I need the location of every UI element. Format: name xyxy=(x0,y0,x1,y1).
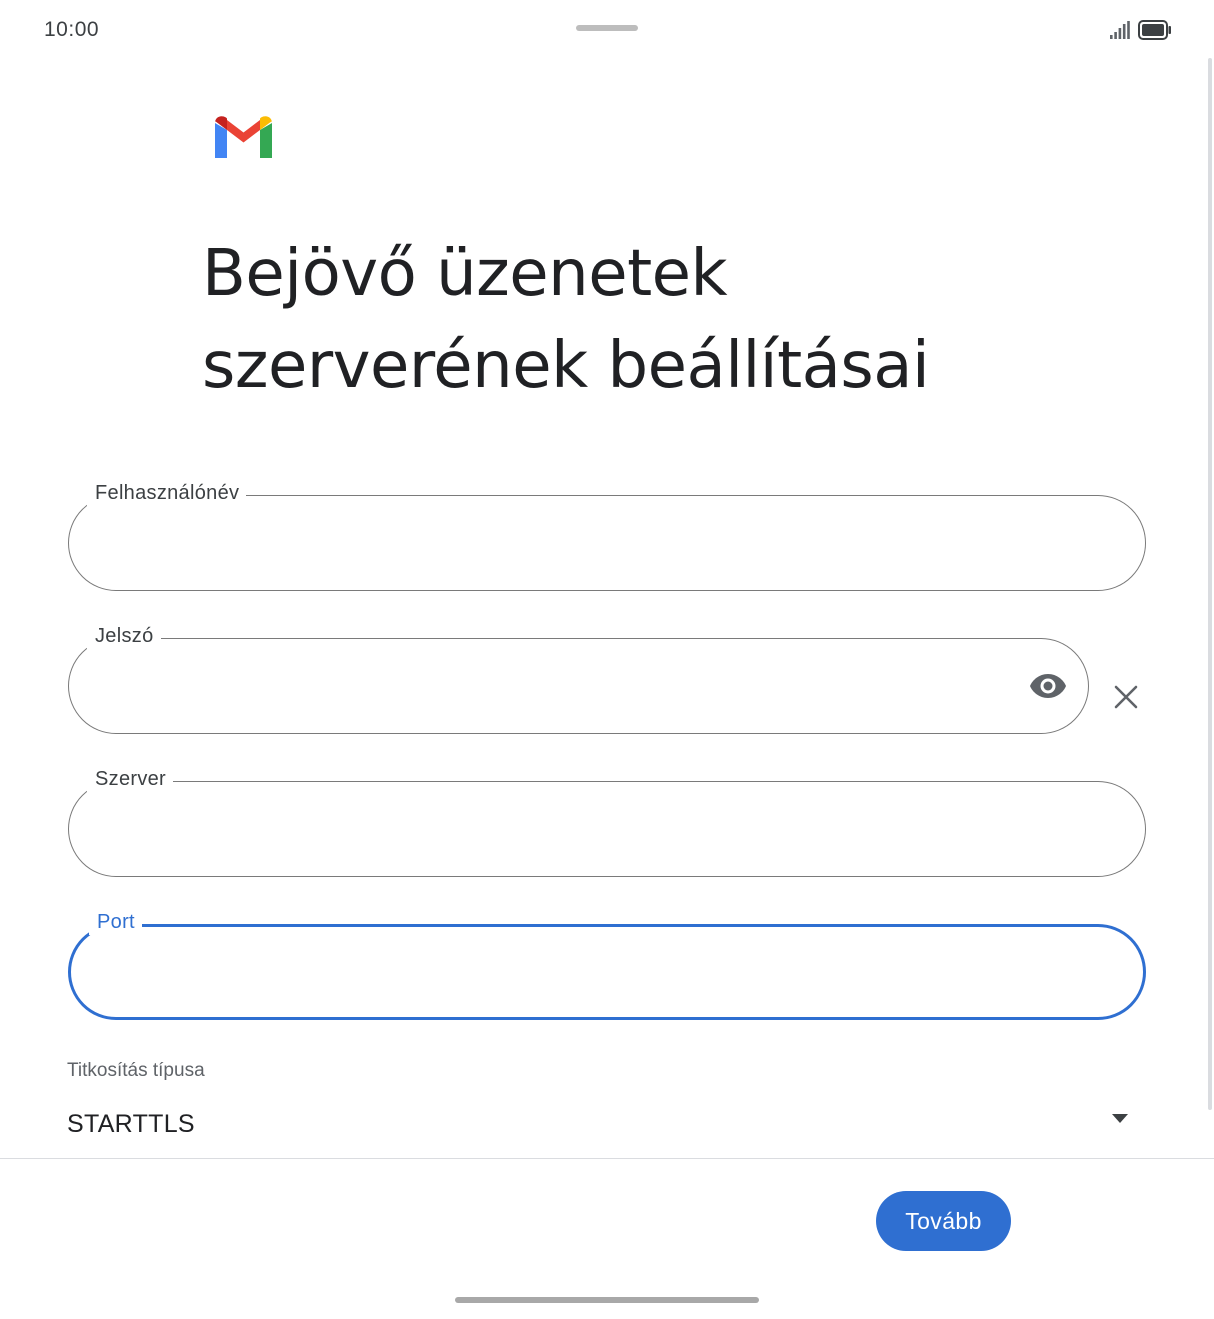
signal-icon xyxy=(1110,21,1130,44)
top-drag-handle xyxy=(576,25,638,31)
show-password-eye-icon[interactable] xyxy=(1028,668,1068,704)
status-bar: 10:00 xyxy=(0,0,1214,60)
username-input[interactable] xyxy=(95,526,1055,562)
next-button[interactable]: Tovább xyxy=(876,1191,1011,1251)
server-label: Szerver xyxy=(87,766,174,792)
home-indicator[interactable] xyxy=(455,1297,759,1303)
server-field[interactable]: Szerver xyxy=(68,766,1146,877)
battery-icon xyxy=(1138,20,1172,45)
gmail-logo xyxy=(215,116,272,158)
port-input[interactable] xyxy=(97,957,1053,993)
scrollbar[interactable] xyxy=(1208,58,1212,1110)
encryption-type-dropdown[interactable]: STARTTLS xyxy=(67,1100,1147,1152)
encryption-type-value: STARTTLS xyxy=(67,1110,195,1138)
encryption-type-label: Titkosítás típusa xyxy=(67,1060,205,1081)
status-time: 10:00 xyxy=(44,18,100,41)
page-title: Bejövő üzenetek szerverének beállításai xyxy=(202,228,1102,412)
username-label: Felhasználónév xyxy=(87,480,247,506)
page-title-line-2: szerverének beállításai xyxy=(202,329,930,403)
dropdown-arrow-icon xyxy=(1111,1112,1129,1124)
username-field[interactable]: Felhasználónév xyxy=(68,480,1146,591)
password-input[interactable] xyxy=(95,669,998,705)
server-input[interactable] xyxy=(95,812,1055,848)
status-icons xyxy=(1110,20,1172,45)
footer-divider xyxy=(0,1158,1214,1159)
page-title-line-1: Bejövő üzenetek xyxy=(202,237,728,311)
clear-password-close-icon[interactable] xyxy=(1110,681,1142,713)
password-field[interactable]: Jelszó xyxy=(68,623,1089,734)
port-label: Port xyxy=(89,909,142,935)
password-label: Jelszó xyxy=(87,623,161,649)
port-field[interactable]: Port xyxy=(68,909,1146,1020)
